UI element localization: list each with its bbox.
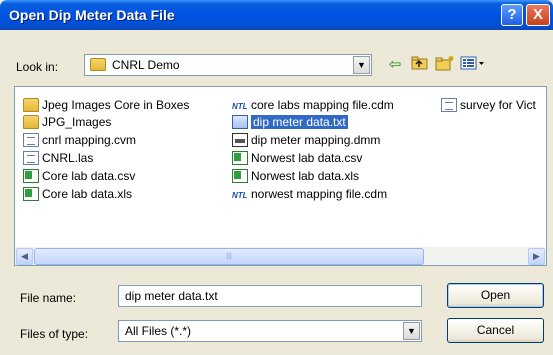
excel-icon (23, 186, 39, 201)
text-file-icon (232, 114, 248, 129)
file-name-input[interactable] (118, 285, 422, 307)
title-bar: Open Dip Meter Data File ? X (0, 0, 553, 30)
chevron-down-icon[interactable]: ▼ (403, 322, 420, 340)
scroll-left-icon[interactable]: ◀ (16, 248, 33, 265)
cancel-button[interactable]: Cancel (447, 318, 544, 343)
file-name: core labs mapping file.cdm (251, 97, 394, 112)
file-name-label: File name: (20, 291, 77, 305)
look-in-label: Look in: (16, 60, 59, 74)
list-item-selected[interactable]: dip meter data.txt (232, 113, 348, 130)
cdm-file-icon: NTL (232, 101, 248, 111)
scroll-right-icon[interactable]: ▶ (528, 248, 545, 265)
document-icon (441, 97, 457, 112)
file-name: survey for Vict (460, 97, 536, 112)
dialog-title: Open Dip Meter Data File (9, 7, 175, 23)
list-item[interactable]: Norwest lab data.xls (232, 167, 359, 184)
list-item[interactable]: Norwest lab data.csv (232, 149, 362, 166)
files-of-type-label: Files of type: (20, 327, 89, 341)
folder-icon (23, 114, 39, 129)
list-item[interactable]: NTL core labs mapping file.cdm (232, 96, 394, 113)
file-name: Core lab data.csv (42, 168, 136, 183)
back-arrow-icon[interactable]: ⇦ (384, 55, 406, 75)
look-in-dropdown[interactable]: CNRL Demo ▼ (84, 54, 372, 76)
dmm-file-icon (232, 132, 248, 147)
list-item[interactable]: NTL norwest mapping file.cdm (232, 185, 387, 202)
file-name: Norwest lab data.csv (251, 150, 363, 165)
file-name: norwest mapping file.cdm (251, 186, 388, 201)
file-name: dip meter mapping.dmm (251, 132, 381, 147)
file-name: cnrl mapping.cvm (42, 132, 137, 147)
excel-icon (23, 168, 39, 183)
list-item[interactable]: Core lab data.csv (23, 167, 135, 184)
close-button[interactable]: X (526, 4, 550, 26)
folder-icon (23, 97, 39, 112)
horizontal-scrollbar[interactable]: ◀ ||| ▶ (14, 247, 547, 266)
file-name: CNRL.las (42, 150, 94, 165)
file-name: Core lab data.xls (42, 186, 133, 201)
chevron-down-icon[interactable]: ▼ (353, 56, 370, 74)
document-icon (23, 150, 39, 165)
file-name: JPG_Images (42, 114, 112, 129)
excel-icon (232, 150, 248, 165)
scrollbar-thumb[interactable]: ||| (34, 248, 424, 265)
up-folder-icon[interactable] (409, 55, 431, 75)
new-folder-icon[interactable] (434, 55, 456, 75)
open-button[interactable]: Open (447, 283, 544, 308)
look-in-value: CNRL Demo (112, 58, 180, 72)
list-item[interactable]: Jpeg Images Core in Boxes (23, 96, 189, 113)
views-menu-icon[interactable] (459, 55, 487, 75)
file-name: Jpeg Images Core in Boxes (42, 97, 190, 112)
folder-icon (90, 58, 106, 71)
list-item[interactable]: Core lab data.xls (23, 185, 132, 202)
files-of-type-value: All Files (*.*) (125, 324, 192, 338)
files-of-type-dropdown[interactable]: All Files (*.*) ▼ (118, 320, 422, 342)
file-name: dip meter data.txt (251, 114, 348, 129)
excel-icon (232, 168, 248, 183)
list-item[interactable]: JPG_Images (23, 113, 111, 130)
cdm-file-icon: NTL (232, 190, 248, 200)
list-item[interactable]: survey for Vict (441, 96, 536, 113)
file-list[interactable]: Jpeg Images Core in Boxes JPG_Images cnr… (14, 86, 547, 266)
file-name: Norwest lab data.xls (251, 168, 360, 183)
list-item[interactable]: cnrl mapping.cvm (23, 131, 136, 148)
list-item[interactable]: dip meter mapping.dmm (232, 131, 380, 148)
help-button[interactable]: ? (501, 4, 523, 26)
open-file-dialog: Open Dip Meter Data File ? X Look in: CN… (0, 0, 553, 355)
document-icon (23, 132, 39, 147)
list-item[interactable]: CNRL.las (23, 149, 93, 166)
